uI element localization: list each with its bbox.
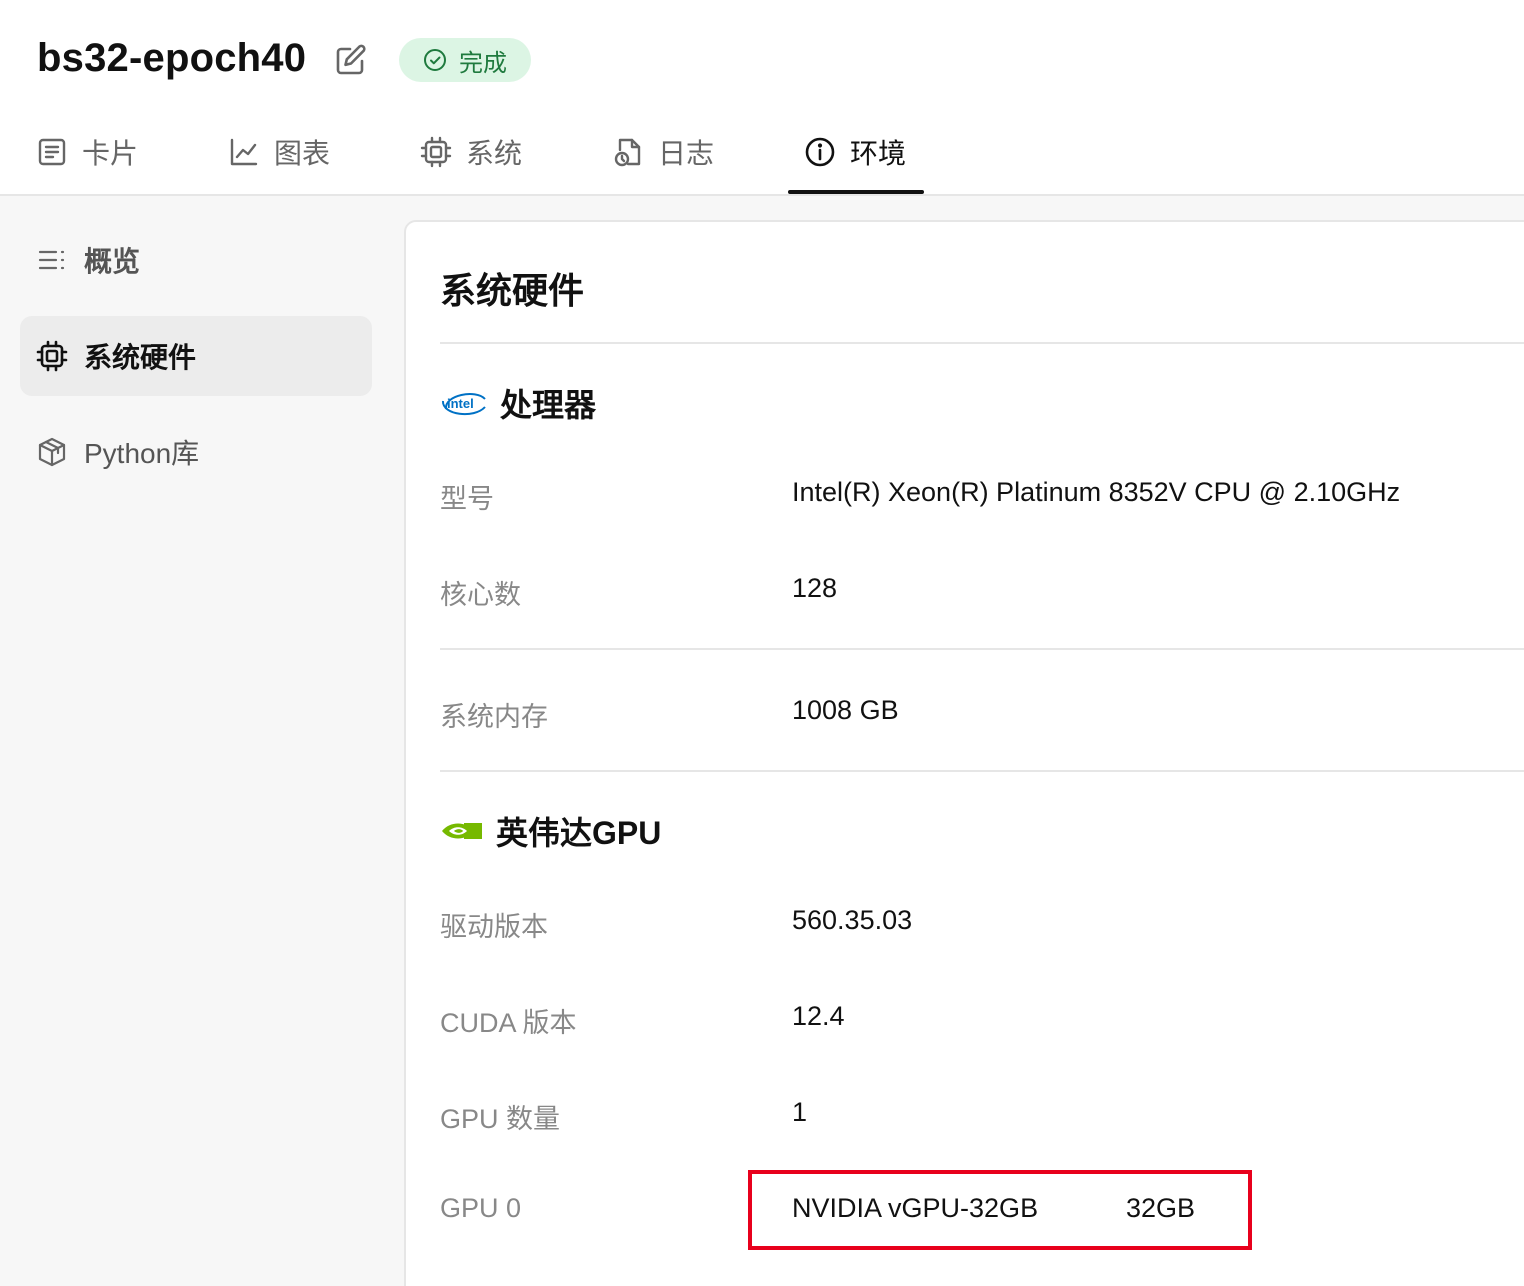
sidebar-item-label: 概览 [84, 246, 141, 277]
row-label: 型号 [440, 484, 494, 514]
sidebar-item-overview[interactable]: 概览 [20, 220, 372, 300]
row-label: 驱动版本 [440, 912, 548, 942]
tab-label: 日志 [658, 138, 715, 169]
tab-label: 卡片 [82, 138, 139, 169]
section-title: 英伟达GPU [496, 815, 662, 851]
sidebar-item-label: 系统硬件 [84, 342, 197, 373]
page-body: 概览 系统硬件 Python库 系统硬件 intel 处理器 型号 Intel(… [0, 196, 1524, 1286]
divider [440, 648, 1524, 650]
row-value: 1008 GB [792, 695, 899, 725]
tab-environment[interactable]: 环境 [804, 132, 906, 172]
tab-bar: 卡片 图表 系统 日志 环境 [0, 120, 1524, 196]
tab-label: 系统 [466, 138, 523, 169]
edit-icon[interactable] [333, 42, 369, 78]
sidebar-item-label: Python库 [84, 438, 200, 469]
page-title: bs32-epoch40 [37, 36, 307, 80]
log-file-icon [614, 138, 641, 167]
row-label: 系统内存 [440, 702, 548, 732]
tab-system[interactable]: 系统 [420, 132, 522, 172]
chart-icon [230, 138, 258, 166]
tab-cards[interactable]: 卡片 [36, 132, 138, 172]
gpu-section-heading: 英伟达GPU [440, 808, 661, 854]
sidebar-item-python-libs[interactable]: Python库 [20, 412, 372, 492]
row-label: GPU 0 [440, 1193, 522, 1223]
row-value: Intel(R) Xeon(R) Platinum 8352V CPU @ 2.… [792, 477, 1401, 507]
highlight-box [748, 1170, 1252, 1250]
row-value: 128 [792, 573, 838, 603]
sidebar-item-hardware[interactable]: 系统硬件 [20, 316, 372, 396]
row-label: GPU 数量 [440, 1104, 561, 1134]
section-title: 处理器 [500, 387, 597, 423]
header: bs32-epoch40 完成 卡片 图表 系统 日志 环境 [0, 0, 1524, 196]
svg-text:intel: intel [447, 396, 474, 411]
chip-icon [420, 136, 452, 168]
panel-title: 系统硬件 [440, 270, 585, 311]
row-value: 1 [792, 1097, 808, 1127]
row-label: CUDA 版本 [440, 1008, 577, 1038]
card-icon [38, 138, 66, 166]
divider [440, 342, 1524, 344]
row-value: 12.4 [792, 1001, 845, 1031]
tab-label: 环境 [850, 138, 907, 169]
tab-logs[interactable]: 日志 [612, 132, 714, 172]
list-icon [38, 250, 65, 270]
package-icon [38, 437, 66, 467]
cpu-section-heading: intel 处理器 [440, 380, 596, 426]
chip-icon [36, 340, 68, 372]
intel-logo-icon: intel [441, 393, 486, 416]
active-tab-indicator [788, 190, 924, 194]
check-circle-icon [424, 49, 446, 71]
tab-charts[interactable]: 图表 [228, 132, 330, 172]
info-icon [805, 137, 835, 167]
divider [440, 770, 1524, 772]
hardware-panel: 系统硬件 intel 处理器 型号 Intel(R) Xeon(R) Plati… [404, 220, 1524, 1286]
nvidia-logo-icon [442, 823, 482, 839]
status-text: 完成 [459, 49, 507, 77]
status-badge: 完成 [399, 38, 531, 82]
row-label: 核心数 [440, 580, 521, 610]
row-value: 560.35.03 [792, 905, 913, 935]
tab-label: 图表 [274, 138, 331, 169]
